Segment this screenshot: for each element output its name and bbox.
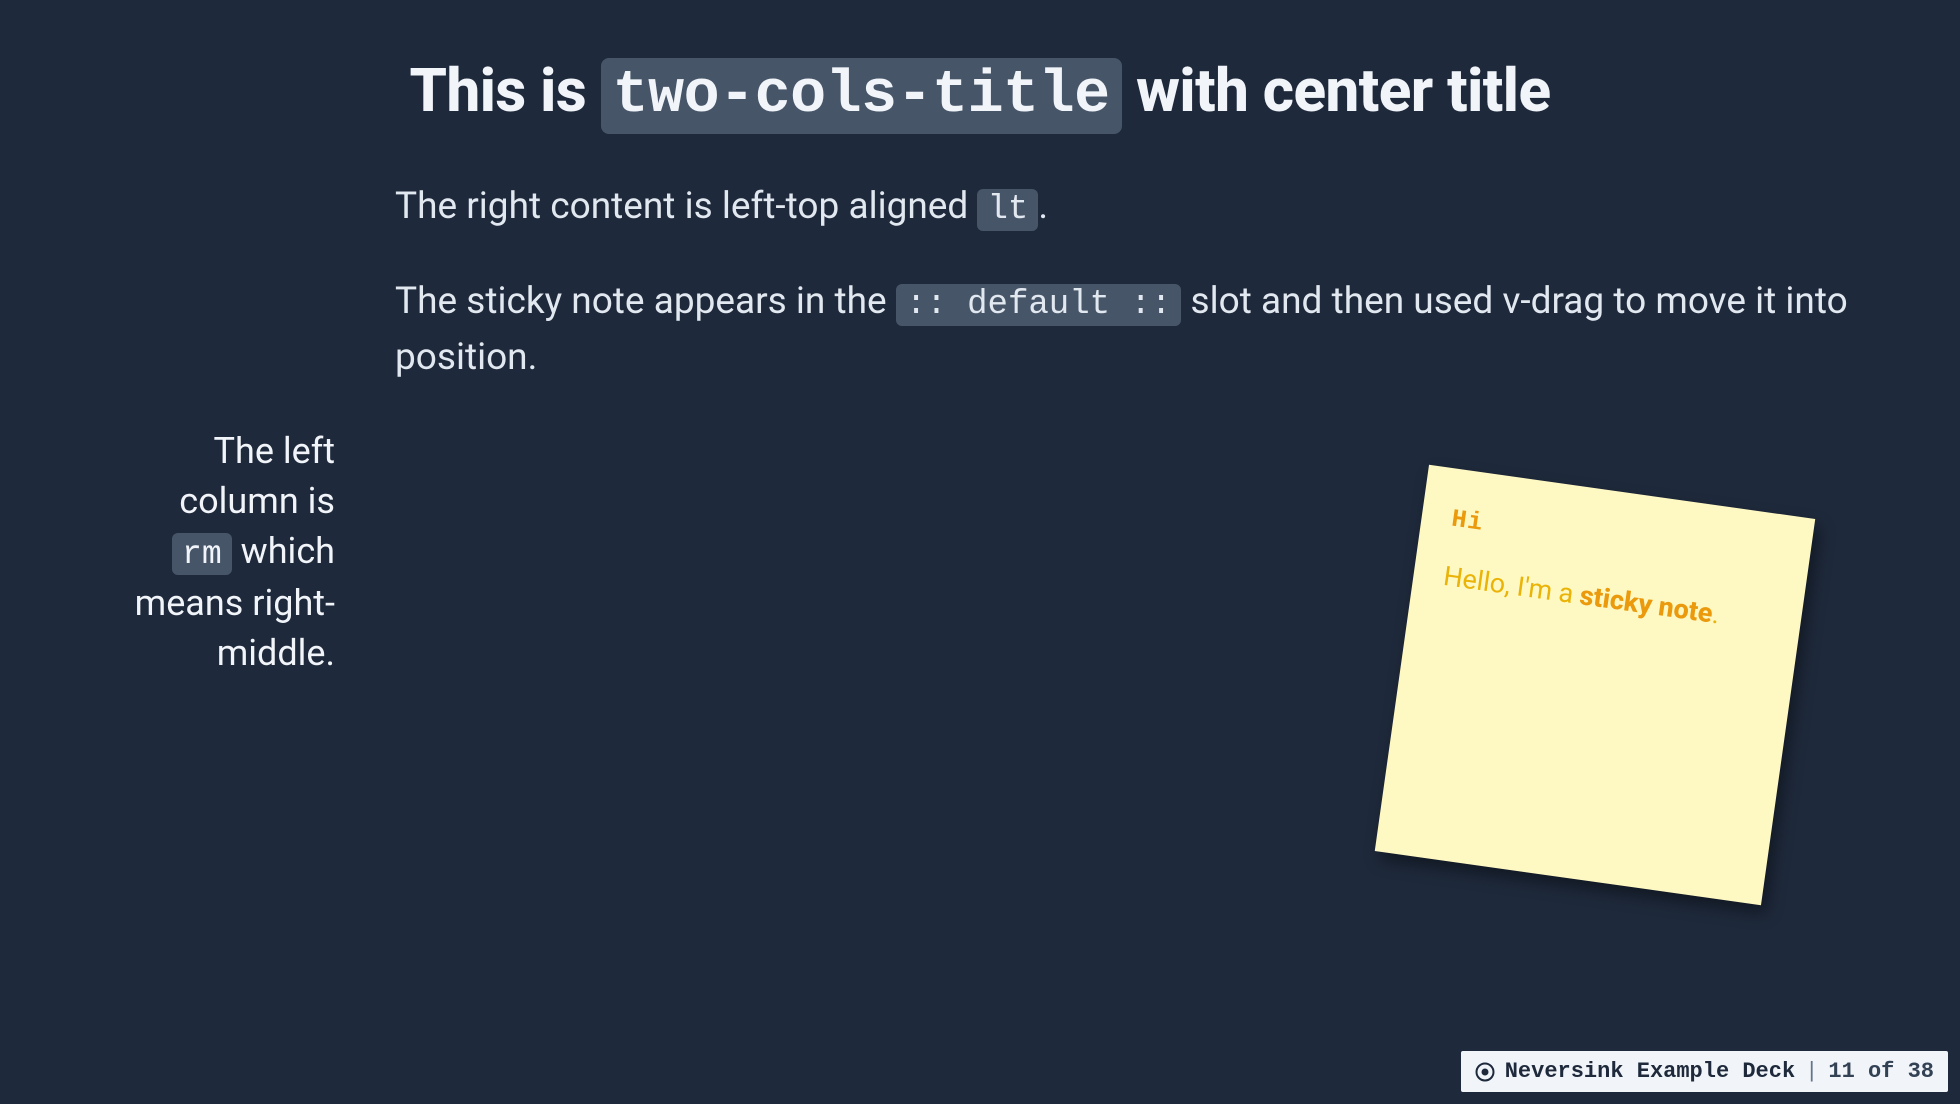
title-prefix: This is (409, 55, 600, 126)
title-suffix: with center title (1122, 55, 1551, 126)
left-column-text: The left column is rm which means right-… (125, 426, 335, 679)
right-p1-code: lt (977, 189, 1038, 231)
left-column: The left column is rm which means right-… (0, 0, 345, 1104)
left-text-before: The left column is (179, 430, 335, 522)
right-p1-before: The right content is left-top aligned (395, 185, 977, 228)
sticky-body-strong: sticky note (1578, 579, 1715, 629)
right-p1-after: . (1038, 185, 1048, 228)
slide-footer: Neversink Example Deck | 11 of 38 (1461, 1051, 1948, 1092)
right-paragraph-2: The sticky note appears in the :: defaul… (395, 275, 1880, 384)
right-paragraph-1: The right content is left-top aligned lt… (395, 180, 1880, 235)
title-code: two-cols-title (601, 58, 1122, 134)
right-column: The right content is left-top aligned lt… (395, 180, 1880, 424)
sticky-note[interactable]: Hi Hello, I'm a sticky note. (1375, 465, 1815, 905)
footer-separator: | (1805, 1059, 1818, 1084)
footer-page-indicator: 11 of 38 (1828, 1059, 1934, 1084)
footer-deck-name: Neversink Example Deck (1505, 1059, 1795, 1084)
left-code: rm (172, 533, 232, 575)
slide: This is two-cols-title with center title… (0, 0, 1960, 1104)
target-icon (1475, 1062, 1495, 1082)
right-p2-before: The sticky note appears in the (395, 280, 896, 323)
right-p2-code: :: default :: (896, 284, 1182, 326)
left-text-after: which means right-middle. (135, 530, 335, 674)
sticky-body-before: Hello, I'm a (1442, 560, 1583, 611)
